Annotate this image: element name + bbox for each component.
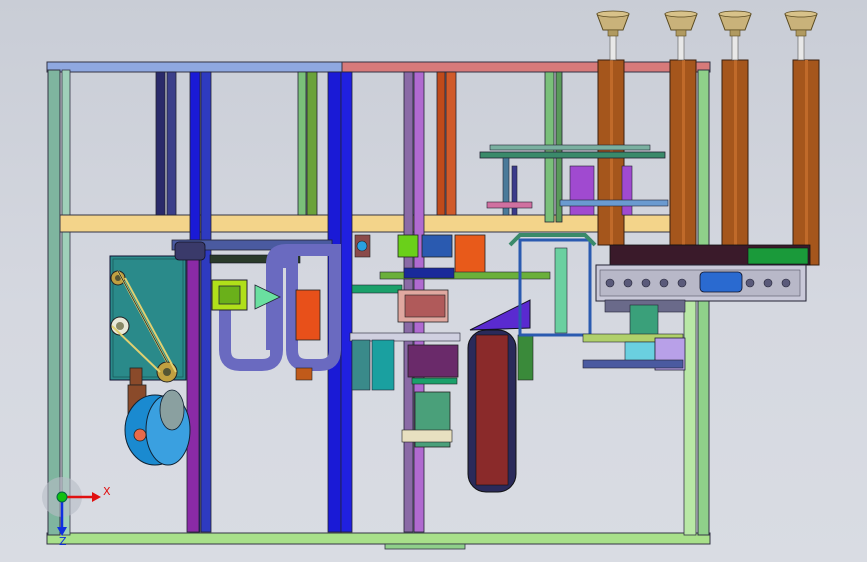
cad-viewport[interactable]: X Z xyxy=(0,0,867,562)
right-conveyor xyxy=(582,244,811,371)
right-post-outer xyxy=(697,69,710,536)
left-gearbox xyxy=(109,255,191,466)
top-rail-left xyxy=(46,61,343,73)
bottom-rail xyxy=(46,532,711,545)
top-rail-right xyxy=(341,61,711,73)
upper-subframe xyxy=(479,144,669,216)
central-mechanism xyxy=(349,233,597,493)
left-post-inner xyxy=(61,69,71,536)
assembly-drawing[interactable]: X Z xyxy=(0,0,867,562)
x-axis-label: X xyxy=(103,485,111,498)
y-axis-dot xyxy=(56,491,68,503)
z-axis-label: Z xyxy=(59,535,67,548)
middle-crossbar xyxy=(59,214,671,233)
right-post-inner xyxy=(683,269,697,536)
base-foot xyxy=(384,543,466,550)
nozzle-cups xyxy=(596,10,818,61)
left-post-outer xyxy=(47,69,61,536)
